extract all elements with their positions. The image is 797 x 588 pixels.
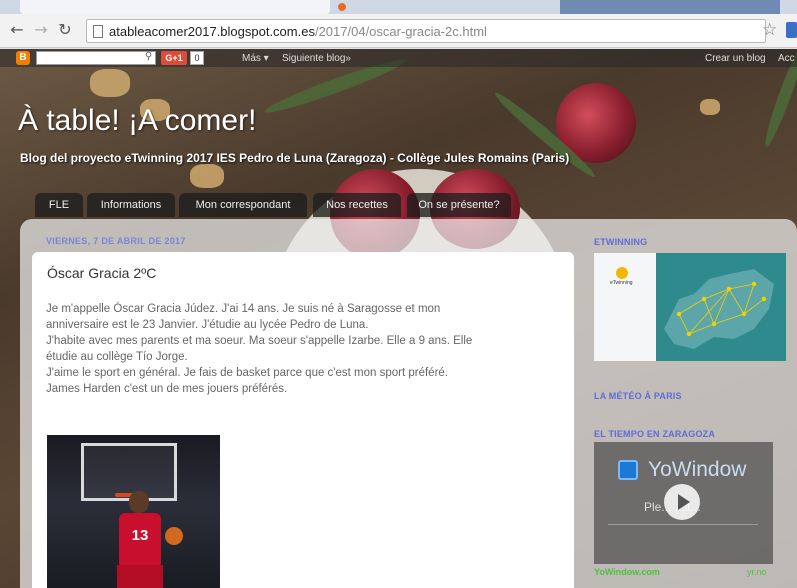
sidebar-heading-etwinning: ETWINNING: [594, 237, 648, 247]
play-icon[interactable]: [664, 484, 700, 520]
blogger-navbar: B ⚲ G+1 0 Más ▾ Siguiente blog» Crear un…: [0, 49, 797, 67]
blog-description: Blog del proyecto eTwinning 2017 IES Ped…: [20, 151, 570, 165]
europe-network-map: [664, 269, 774, 349]
back-icon[interactable]: ←: [8, 21, 26, 39]
reload-icon[interactable]: ↻: [56, 21, 74, 39]
post-line: J'habite avec mes parents et ma soeur. M…: [46, 335, 473, 347]
post-line: J'aime le sport en général. Je fais de b…: [46, 367, 448, 379]
blogger-logo-icon[interactable]: B: [16, 51, 30, 65]
yowindow-logo-icon: [618, 460, 638, 480]
url-path: /2017/04/oscar-gracia-2c.html: [314, 24, 487, 39]
post-date: VIERNES, 7 DE ABRIL DE 2017: [46, 236, 186, 246]
post-line: James Harden c'est un de mes jouers préf…: [46, 383, 288, 395]
page-icon: [93, 25, 103, 38]
walnut-decor: [90, 69, 130, 97]
tab-mon-correspondant[interactable]: Mon correspondant: [179, 193, 307, 217]
next-blog-link[interactable]: Siguiente blog»: [282, 53, 351, 64]
etwinning-logo-text: eTwinning: [610, 280, 633, 286]
yowindow-brand: YoWindow: [648, 458, 747, 481]
post-line: Je m'appelle Óscar Gracia Júdez. J'ai 14…: [46, 303, 441, 315]
address-bar: ← → ↻ atableacomer2017.blogspot.com.es/2…: [0, 14, 797, 48]
tab-nos-recettes[interactable]: Nos recettes: [313, 193, 401, 217]
post-line: anniversaire est le 23 Janvier. J'étudie…: [46, 319, 369, 331]
url-input[interactable]: atableacomer2017.blogspot.com.es/2017/04…: [86, 19, 766, 43]
web-page: B ⚲ G+1 0 Más ▾ Siguiente blog» Crear un…: [0, 49, 797, 588]
player-figure: 13: [117, 491, 163, 588]
sidebar-heading-meteo-paris: LA MÉTÉO À PARIS: [594, 391, 682, 401]
sign-in-link[interactable]: Acc: [778, 53, 795, 64]
gplus-button[interactable]: G+1: [161, 51, 187, 65]
etwinning-logo-icon: [616, 267, 628, 279]
extension-icon[interactable]: [786, 22, 797, 38]
forward-icon[interactable]: →: [32, 21, 50, 39]
url-text: atableacomer2017.blogspot.com.es/2017/04…: [109, 24, 487, 39]
yowindow-link[interactable]: YoWindow.com: [594, 567, 660, 577]
walnut-decor-3: [190, 164, 224, 188]
post-line: étudie au collège Tío Jorge.: [46, 351, 188, 363]
basketball: [165, 527, 183, 545]
widget-divider: [608, 524, 758, 525]
create-blog-link[interactable]: Crear un blog: [705, 53, 766, 64]
etwinning-map-widget[interactable]: eTwinning: [594, 253, 786, 361]
player-shorts: [117, 565, 163, 588]
gplus-count: 0: [190, 51, 204, 65]
tab-on-se-presente[interactable]: On se présente?: [407, 193, 511, 217]
browser-window: ← → ↻ atableacomer2017.blogspot.com.es/2…: [0, 0, 797, 588]
browser-tab-2[interactable]: [560, 0, 780, 14]
walnut-decor-4: [700, 99, 720, 115]
search-icon[interactable]: ⚲: [145, 51, 152, 62]
post-body: Je m'appelle Óscar Gracia Júdez. J'ai 14…: [46, 301, 556, 397]
etwinning-logo: eTwinning: [610, 267, 636, 286]
player-jersey: 13: [119, 513, 161, 565]
basketball-player-image[interactable]: 13: [47, 435, 220, 588]
bookmark-star-icon[interactable]: ☆: [762, 20, 777, 40]
more-menu[interactable]: Más ▾: [242, 53, 269, 64]
tab-strip: [0, 0, 797, 14]
url-domain: atableacomer2017.blogspot.com.es: [109, 24, 315, 39]
browser-tab[interactable]: [20, 0, 330, 14]
tab-informations[interactable]: Informations: [87, 193, 175, 217]
yowindow-weather-widget[interactable]: YoWindow Ple... ...it...: [594, 442, 773, 564]
blog-title[interactable]: À table! ¡A comer!: [18, 104, 256, 138]
tab-favicon: [338, 3, 346, 11]
player-head: [129, 491, 149, 513]
post-title[interactable]: Óscar Gracia 2ºC: [47, 265, 156, 281]
tab-fle[interactable]: FLE: [35, 193, 83, 217]
sidebar-heading-tiempo-zaragoza: EL TIEMPO EN ZARAGOZA: [594, 429, 716, 439]
jersey-number: 13: [131, 527, 149, 544]
yrno-link[interactable]: yr.no: [747, 567, 767, 577]
blog-search-input[interactable]: [36, 51, 156, 65]
